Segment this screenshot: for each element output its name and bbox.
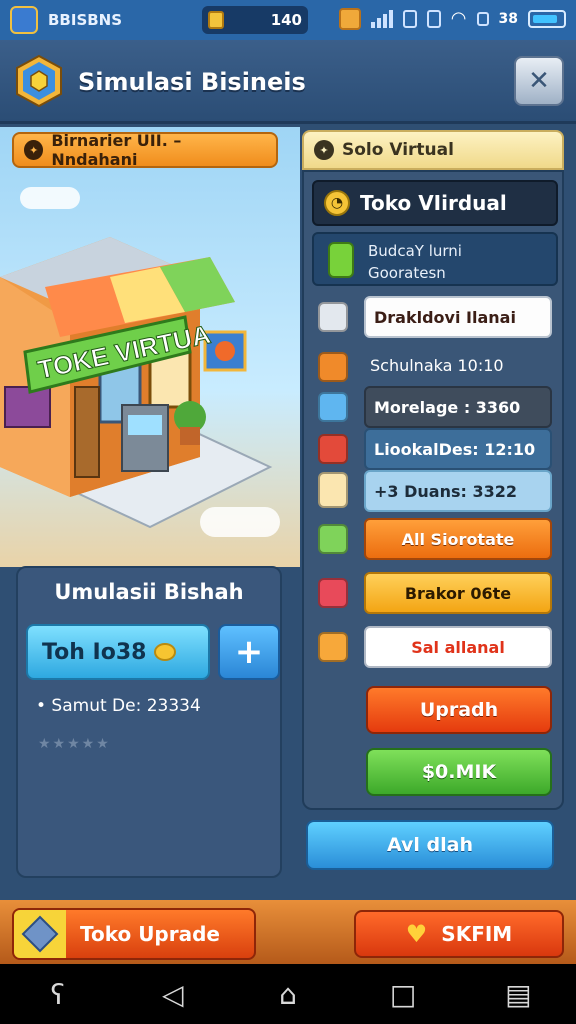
- store-select-button[interactable]: Toh Io38: [26, 624, 210, 680]
- sim-icon: [402, 10, 417, 28]
- bucket-icon: [328, 242, 354, 278]
- notification-icon: [476, 12, 489, 26]
- rating-stars: ★★★★★: [38, 736, 111, 752]
- gift-icon[interactable]: [338, 8, 361, 30]
- store-row-value: LiookalDes: 12:10: [364, 428, 552, 470]
- store-row-text: Schulnaka 10:10: [370, 356, 504, 375]
- game-logo-icon: [16, 54, 62, 108]
- sale-button[interactable]: Sal allanal: [364, 626, 552, 668]
- store-row: Morelage : 3360: [312, 386, 558, 428]
- clock-icon: ◔: [324, 190, 350, 216]
- signal-icon: [370, 10, 393, 28]
- tab-icon: ✦: [314, 140, 334, 160]
- add-store-button[interactable]: +: [218, 624, 280, 680]
- cash-button[interactable]: $0.MIK: [366, 748, 552, 796]
- tab-virtual-store-label: Solo Virtual: [342, 140, 454, 160]
- store-row[interactable]: Brakor 06te: [312, 572, 558, 614]
- assistant-icon[interactable]: ʕ: [38, 978, 78, 1011]
- heart-icon: ♥: [405, 920, 428, 948]
- crate-green-icon: [318, 524, 348, 554]
- plus-icon: +: [234, 632, 264, 672]
- lock-icon: [426, 10, 441, 28]
- cash-icon: [318, 434, 348, 464]
- description-line-2: Gooratesn: [368, 264, 446, 282]
- coin-icon: [208, 11, 224, 29]
- simulation-panel: Umulasii Bishah Toh Io38 + • Samut De: 2…: [16, 566, 282, 878]
- cube-icon: [318, 392, 348, 422]
- favorite-button[interactable]: ♥ SKFIM: [354, 910, 564, 958]
- tab-icon: ✦: [24, 140, 44, 160]
- tools-button[interactable]: ✕: [514, 56, 564, 106]
- store-row-field[interactable]: Drakldovi Ilanai: [364, 296, 552, 338]
- favorite-label: SKFIM: [441, 922, 513, 946]
- status-icons: ◠ 38: [338, 8, 566, 30]
- status-app-name: BBISBNS: [48, 11, 123, 29]
- coin-count: 140: [270, 11, 302, 29]
- clipboard-icon[interactable]: ▤: [498, 978, 538, 1011]
- crate-icon: [318, 352, 348, 382]
- simulation-panel-title: Umulasii Bishah: [54, 580, 244, 604]
- store-row: LiookalDes: 12:10: [312, 428, 558, 470]
- description-line-1: BudcaY lurni: [368, 242, 462, 260]
- status-bar: BBISBNS 140 ◠ 38: [0, 0, 576, 40]
- game-header: Simulasi Bisineis ✕: [0, 40, 576, 124]
- bottom-action-bar: Toko Uprade ♥ SKFIM: [0, 900, 576, 964]
- store-stat: • Samut De: 23334: [36, 696, 201, 716]
- store-row-value: +3 Duans: 3322: [364, 470, 552, 512]
- bag-icon: [318, 632, 348, 662]
- tab-simulation[interactable]: ✦ Birnarier UII. – Nndahani: [12, 131, 278, 169]
- virtual-store-panel: ◔ Toko VIirdual BudcaY lurni Gooratesn D…: [302, 170, 564, 810]
- back-icon[interactable]: ◁: [153, 978, 193, 1011]
- tab-virtual-store[interactable]: ✦ Solo Virtual: [302, 130, 564, 170]
- system-nav-bar: ʕ ◁ ⌂ □ ▤: [0, 964, 576, 1024]
- store-upgrade-label: Toko Uprade: [80, 922, 220, 946]
- store-building-image: TOKE VIRTUA: [0, 237, 273, 529]
- store-row[interactable]: Drakldovi Ilanai: [312, 296, 558, 338]
- battery-icon: [528, 10, 566, 28]
- broker-button[interactable]: Brakor 06te: [364, 572, 552, 614]
- basket-icon: [318, 578, 348, 608]
- all-stores-button[interactable]: All Siorotate: [364, 518, 552, 560]
- receipt-icon: [318, 472, 348, 508]
- cube-icon: [14, 910, 66, 958]
- store-row-value: Morelage : 3360: [364, 386, 552, 428]
- store-row: +3 Duans: 3322: [312, 470, 558, 512]
- store-upgrade-button[interactable]: Toko Uprade: [12, 908, 256, 960]
- store-illustration[interactable]: TOKE VIRTUA: [0, 127, 300, 567]
- tab-simulation-label: Birnarier UII. – Nndahani: [51, 131, 182, 169]
- box-icon: [318, 302, 348, 332]
- wifi-icon: ◠: [450, 8, 467, 29]
- coin-counter: 140: [202, 6, 308, 34]
- chat-button[interactable]: Avl dlah: [306, 820, 554, 870]
- clock: 38: [498, 11, 518, 27]
- store-row[interactable]: Sal allanal: [312, 626, 558, 668]
- store-row[interactable]: All Siorotate: [312, 518, 558, 560]
- app-icon[interactable]: [10, 6, 38, 34]
- page-title: Simulasi Bisineis: [78, 68, 306, 96]
- recent-apps-icon[interactable]: □: [383, 978, 423, 1011]
- store-panel-header: ◔ Toko VIirdual: [312, 180, 558, 226]
- store-description: BudcaY lurni Gooratesn: [312, 232, 558, 286]
- upgrade-button[interactable]: Upradh: [366, 686, 552, 734]
- store-row: Schulnaka 10:10: [312, 346, 558, 388]
- home-icon[interactable]: ⌂: [268, 978, 308, 1011]
- smile-icon: [154, 643, 177, 661]
- wrench-icon: ✕: [528, 66, 550, 96]
- store-panel-title: Toko VIirdual: [360, 191, 507, 215]
- store-select-label: Toh Io38: [42, 639, 147, 665]
